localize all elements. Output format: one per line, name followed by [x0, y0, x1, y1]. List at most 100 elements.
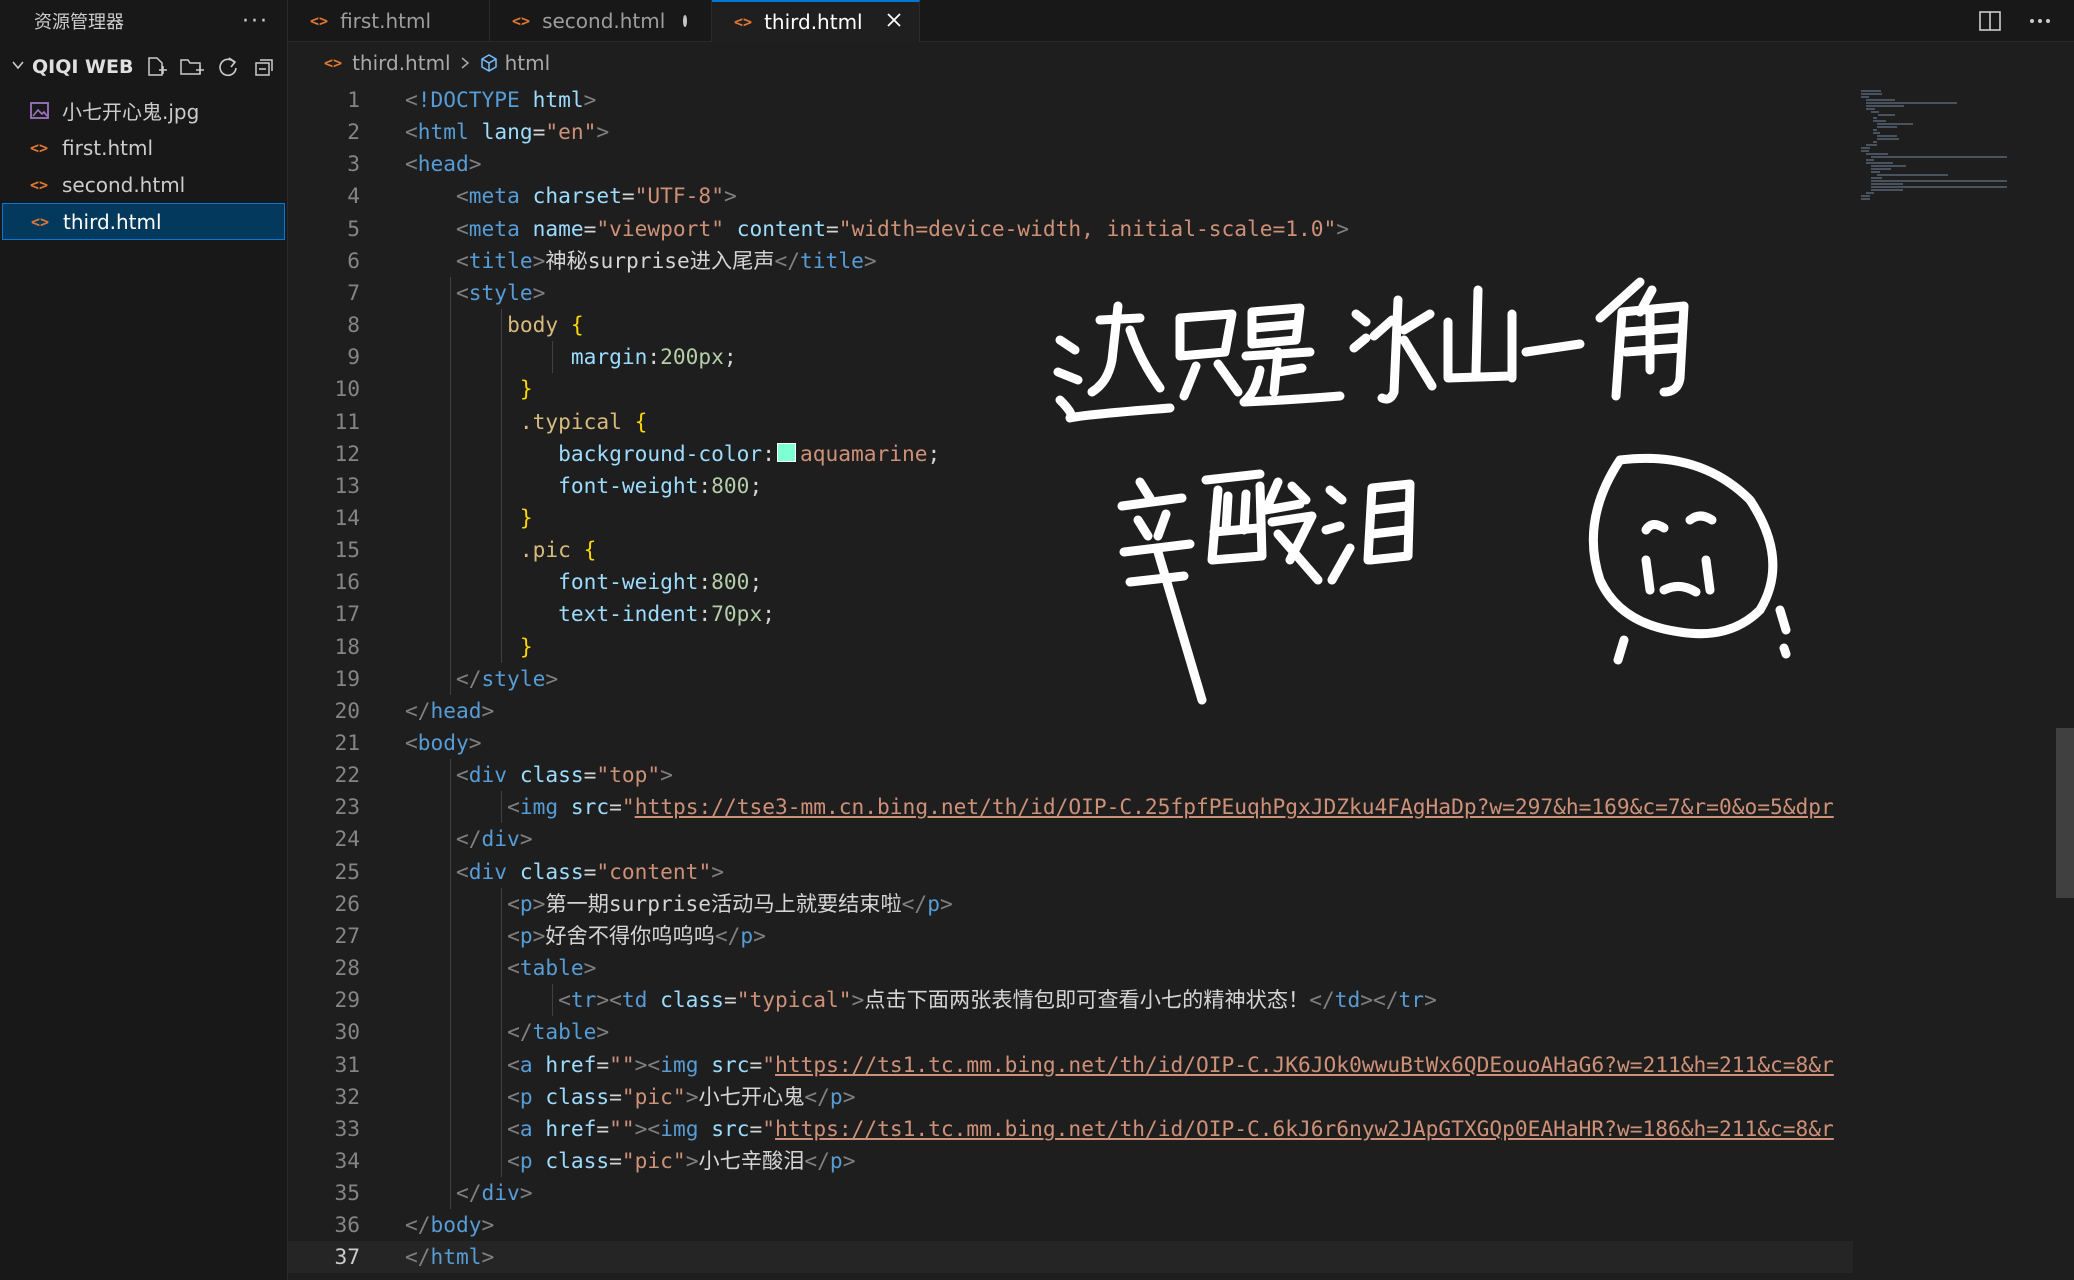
- code-line[interactable]: 24 </div>: [288, 823, 1853, 855]
- code-line[interactable]: 19 </style>: [288, 663, 1853, 695]
- breadcrumb-symbol-label: html: [504, 51, 551, 75]
- code-line[interactable]: 14 }: [288, 502, 1853, 534]
- tab-second-html[interactable]: <> second.html: [490, 0, 712, 42]
- code-token: p: [519, 1083, 533, 1109]
- minimap[interactable]: [1853, 84, 2054, 1280]
- code-line[interactable]: 25 <div class="content">: [288, 856, 1853, 888]
- tab-label: second.html: [542, 9, 666, 33]
- code-line[interactable]: 8 body {: [288, 309, 1853, 341]
- breadcrumb-file[interactable]: <> third.html: [324, 51, 451, 75]
- more-actions-icon[interactable]: [2028, 17, 2052, 25]
- code-token: div: [481, 826, 520, 852]
- tab-third-html[interactable]: <> third.html: [712, 0, 920, 42]
- code-line[interactable]: 2 <html lang="en">: [288, 116, 1853, 148]
- file-item-label: 小七开心鬼.jpg: [62, 100, 200, 124]
- url-link[interactable]: https://ts1.tc.mm.bing.net/th/id/OIP-C.6…: [775, 1116, 1834, 1141]
- code-token: img: [519, 794, 559, 820]
- file-item-label: second.html: [62, 172, 186, 197]
- code-token: img: [660, 1115, 699, 1141]
- file-item-third-html[interactable]: <> third.html: [2, 203, 285, 240]
- code-line[interactable]: 3 <head>: [288, 148, 1853, 180]
- file-item-image[interactable]: 小七开心鬼.jpg: [2, 92, 285, 129]
- code-line[interactable]: 20 </head>: [288, 695, 1853, 727]
- unsaved-dot-icon[interactable]: [683, 15, 687, 27]
- code-line[interactable]: 32 <p class="pic">小七开心鬼</p>: [288, 1081, 1853, 1113]
- code-line[interactable]: 37 </html>: [288, 1241, 1853, 1273]
- code-text: margin:200px;: [405, 341, 737, 373]
- code-line[interactable]: 34 <p class="pic">小七辛酸泪</p>: [288, 1145, 1853, 1177]
- code-text: .typical {: [405, 406, 648, 438]
- code-line[interactable]: 16 font-weight:800;: [288, 566, 1853, 598]
- file-item-first-html[interactable]: <> first.html: [2, 129, 285, 166]
- code-editor[interactable]: 1 <!DOCTYPE html> 2 <html lang="en"> 3 <head>…: [288, 84, 1853, 1280]
- code-token: </: [456, 826, 482, 852]
- vertical-scrollbar[interactable]: [2056, 728, 2074, 898]
- code-token: "viewport": [596, 215, 724, 241]
- code-line[interactable]: 11 .typical {: [288, 406, 1853, 438]
- minimap-line: [1871, 183, 1903, 185]
- minimap-line: [1866, 105, 1904, 107]
- line-number: 3: [347, 151, 360, 177]
- code-line[interactable]: 6 <title>神秘surprise进入尾声</title>: [288, 245, 1853, 277]
- collapse-all-icon[interactable]: [251, 54, 277, 80]
- code-line[interactable]: 22 <div class="top">: [288, 759, 1853, 791]
- code-text: <style>: [405, 277, 545, 309]
- code-line[interactable]: 15 .pic {: [288, 534, 1853, 566]
- code-token: head: [417, 151, 469, 177]
- code-line[interactable]: 29 <tr><td class="typical">点击下面两张表情包即可查看…: [288, 984, 1853, 1016]
- file-item-second-html[interactable]: <> second.html: [2, 166, 285, 203]
- code-line[interactable]: 28 <table>: [288, 952, 1853, 984]
- color-swatch[interactable]: [776, 443, 796, 463]
- code-token: meta: [468, 215, 520, 241]
- code-line[interactable]: 23 <img src="https://tse3-mm.cn.bing.net…: [288, 791, 1853, 823]
- code-line[interactable]: 27 <p>好舍不得你呜呜呜</p>: [288, 920, 1853, 952]
- code-line[interactable]: 30 </table>: [288, 1016, 1853, 1048]
- code-line[interactable]: 18 }: [288, 631, 1853, 663]
- file-item-label: first.html: [62, 135, 153, 160]
- code-line[interactable]: 33 <a href=""><img src="https://ts1.tc.m…: [288, 1113, 1853, 1145]
- code-token: <: [456, 215, 469, 241]
- explorer-more-icon[interactable]: ···: [242, 9, 269, 34]
- code-line[interactable]: 31 <a href=""><img src="https://ts1.tc.m…: [288, 1049, 1853, 1081]
- code-token: 第一期surprise活动马上就要结束啦: [545, 890, 902, 916]
- code-line[interactable]: 17 text-indent:70px;: [288, 598, 1853, 630]
- code-line[interactable]: 13 font-weight:800;: [288, 470, 1853, 502]
- code-line[interactable]: 1 <!DOCTYPE html>: [288, 84, 1853, 116]
- code-line[interactable]: 36 </body>: [288, 1209, 1853, 1241]
- chevron-down-icon[interactable]: [10, 57, 26, 77]
- minimap-line: [1866, 144, 1877, 146]
- code-text: }: [405, 373, 533, 405]
- folder-section-header[interactable]: QIQI WEB: [0, 42, 287, 92]
- code-line[interactable]: 4 <meta charset="UTF-8">: [288, 180, 1853, 212]
- code-token: 200px: [660, 344, 724, 370]
- code-token: ;: [723, 344, 737, 370]
- minimap-line: [1866, 99, 1895, 101]
- new-folder-icon[interactable]: [179, 54, 205, 80]
- code-line[interactable]: 5 <meta name="viewport" content="width=d…: [288, 213, 1853, 245]
- code-line[interactable]: 26 <p>第一期surprise活动马上就要结束啦</p>: [288, 888, 1853, 920]
- tab-first-html[interactable]: <> first.html: [288, 0, 490, 42]
- split-editor-icon[interactable]: [1978, 10, 2002, 32]
- new-file-icon[interactable]: [143, 54, 169, 80]
- code-text: <tr><td class="typical">点击下面两张表情包即可查看小七的…: [405, 984, 1437, 1016]
- code-text: </body>: [405, 1209, 494, 1241]
- code-line[interactable]: 21 <body>: [288, 727, 1853, 759]
- url-link[interactable]: https://ts1.tc.mm.bing.net/th/id/OIP-C.J…: [775, 1052, 1834, 1077]
- code-line[interactable]: 35 </div>: [288, 1177, 1853, 1209]
- code-token: ;: [927, 440, 941, 466]
- code-line[interactable]: 12 background-color: aquamarine;: [288, 438, 1853, 470]
- minimap-line: [1876, 123, 1913, 125]
- refresh-icon[interactable]: [215, 54, 241, 80]
- url-link[interactable]: https://tse3-mm.cn.bing.net/th/id/OIP-C.…: [635, 794, 1834, 819]
- close-icon[interactable]: [885, 10, 903, 35]
- code-line[interactable]: 9 margin:200px;: [288, 341, 1853, 373]
- code-line[interactable]: 7 <style>: [288, 277, 1853, 309]
- code-token: =: [621, 183, 635, 209]
- code-token: </: [804, 1147, 830, 1173]
- breadcrumb-symbol[interactable]: html: [479, 51, 551, 75]
- code-line[interactable]: 10 }: [288, 373, 1853, 405]
